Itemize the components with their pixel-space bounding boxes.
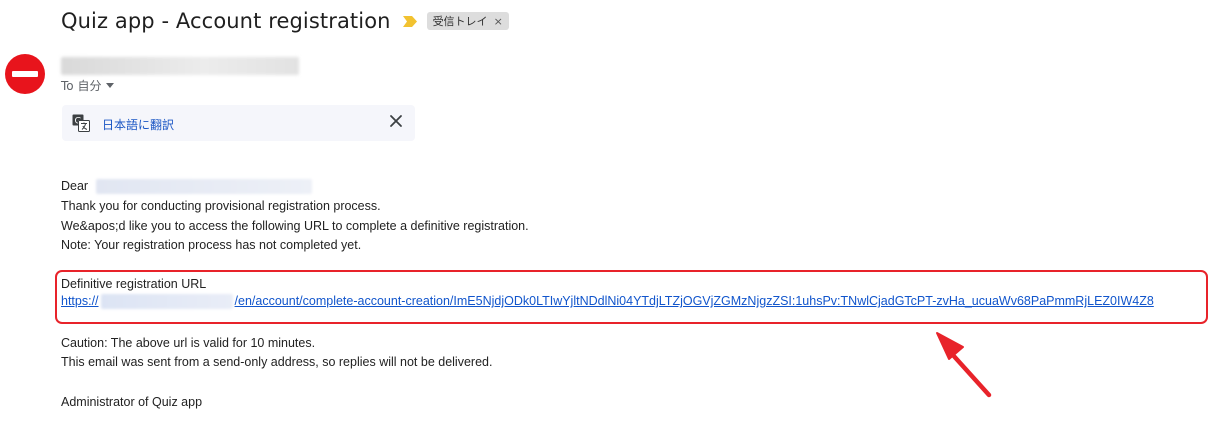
url-path: /en/account/complete-account-creation/Im… — [234, 294, 1154, 308]
translate-bar: G 日本語に翻訳 — [62, 105, 415, 141]
translate-to-japanese-link[interactable]: 日本語に翻訳 — [102, 116, 174, 133]
body-line-2: We&apos;d like you to access the followi… — [61, 219, 529, 233]
sender-name-redacted — [61, 57, 299, 75]
translate-icon: G — [72, 114, 90, 132]
body-line-3: Note: Your registration process has not … — [61, 238, 362, 252]
registration-url-link[interactable]: https:// /en/account/complete-account-cre… — [61, 294, 1154, 310]
url-host-redacted — [100, 294, 233, 310]
recipient-label: To 自分 — [61, 79, 102, 93]
inbox-label-text: 受信トレイ — [432, 15, 488, 28]
signature: Administrator of Quiz app — [61, 395, 203, 409]
chevron-down-icon — [106, 83, 115, 88]
greeting-text: Dear — [61, 179, 89, 193]
red-arrow-annotation — [936, 332, 992, 398]
greeting-line: Dear — [61, 177, 312, 196]
subject-row: Quiz app - Account registration 受信トレイ × — [61, 6, 509, 36]
close-icon[interactable] — [389, 114, 403, 128]
url-prefix: https:// — [61, 294, 99, 308]
inbox-label-chip[interactable]: 受信トレイ × — [426, 12, 509, 30]
remove-label-button[interactable]: × — [494, 15, 503, 28]
recipient-name-redacted — [95, 179, 312, 195]
email-subject: Quiz app - Account registration — [61, 9, 391, 33]
caution-line-2: This email was sent from a send-only add… — [61, 355, 493, 369]
importance-marker-icon[interactable] — [402, 15, 417, 27]
recipient-details-toggle[interactable]: To 自分 — [61, 77, 115, 94]
body-line-1: Thank you for conducting provisional reg… — [61, 199, 381, 213]
url-heading: Definitive registration URL — [61, 277, 207, 291]
caution-line-1: Caution: The above url is valid for 10 m… — [61, 336, 316, 350]
no-entry-avatar-icon — [5, 54, 45, 94]
